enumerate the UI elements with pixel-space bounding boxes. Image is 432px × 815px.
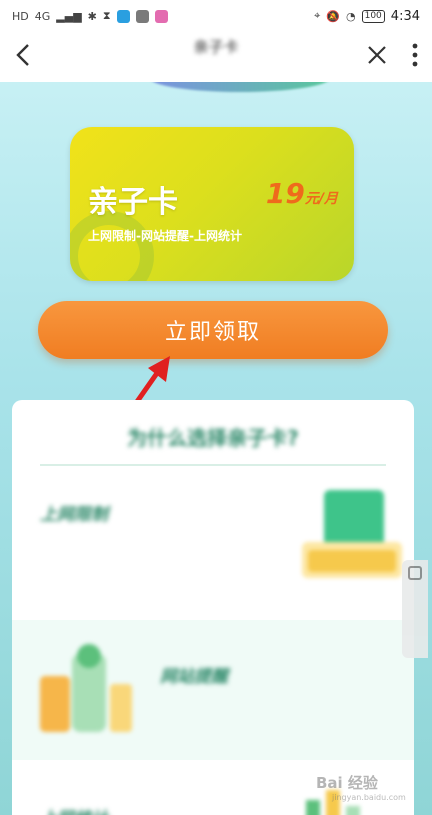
feature-item: 网站提醒 (12, 620, 414, 760)
card-price: 19元/月 (266, 177, 338, 210)
back-button[interactable] (14, 42, 34, 72)
card-tray-illustration (302, 490, 402, 578)
network-label: 4G (34, 9, 51, 23)
app-icon (116, 9, 130, 23)
hourglass-icon: ⧗ (102, 9, 111, 22)
back-arrow-icon (16, 44, 29, 66)
price-unit: 元/月 (304, 191, 338, 207)
main-content[interactable]: 亲子卡 19元/月 上网限制-网站提醒-上网统计 立即领取 为什么选择亲子卡? … (0, 82, 432, 815)
speed-icon: ◔ (346, 9, 356, 23)
card-decoration (70, 211, 154, 281)
battery-indicator: 100 (361, 9, 385, 23)
close-icon (368, 46, 386, 64)
clock: 4:34 (390, 8, 420, 24)
feature-title: 上网统计 (40, 804, 108, 815)
square-icon (408, 566, 422, 580)
signal-icon: ▂▄▆ (56, 9, 82, 23)
watermark: Bai 经验 (316, 774, 378, 792)
feature-title: 上网限制 (40, 505, 108, 525)
feature-title: 网站提醒 (160, 667, 228, 687)
phone-bottle-illustration (40, 644, 132, 732)
bluetooth-icon: ✱ (87, 9, 97, 23)
nav-bar: 亲子卡 (0, 32, 432, 82)
header-decoration (150, 82, 330, 92)
claim-button[interactable]: 立即领取 (38, 301, 388, 359)
status-bar: HD 4G ▂▄▆ ✱ ⧗ ⌖ 🔕 ◔ 100 4:34 (0, 0, 432, 32)
price-number: 19 (265, 177, 305, 210)
feature-item: 上网限制 (12, 470, 414, 620)
more-button[interactable] (412, 43, 418, 71)
family-card: 亲子卡 19元/月 上网限制-网站提醒-上网统计 (70, 127, 354, 281)
panel-divider (40, 464, 386, 466)
card-title: 亲子卡 (88, 185, 178, 220)
close-button[interactable] (366, 44, 388, 70)
mute-icon: 🔕 (326, 9, 340, 23)
location-icon: ⌖ (314, 9, 321, 22)
panel-title: 为什么选择亲子卡? (127, 426, 299, 450)
more-vertical-icon (412, 43, 418, 67)
wechat-icon (135, 9, 149, 23)
side-float-tab[interactable] (402, 560, 428, 658)
card-features: 上网限制-网站提醒-上网统计 (88, 229, 242, 243)
watermark-url: jingyan.baidu.com (332, 793, 406, 802)
app-icon (154, 9, 168, 23)
why-choose-panel: 为什么选择亲子卡? 上网限制 网站提醒 上网统计 (12, 400, 414, 815)
nav-right (366, 43, 418, 71)
status-right: ⌖ 🔕 ◔ 100 4:34 (314, 9, 420, 24)
hd-label: HD (12, 9, 29, 23)
status-left: HD 4G ▂▄▆ ✱ ⧗ (12, 9, 168, 23)
